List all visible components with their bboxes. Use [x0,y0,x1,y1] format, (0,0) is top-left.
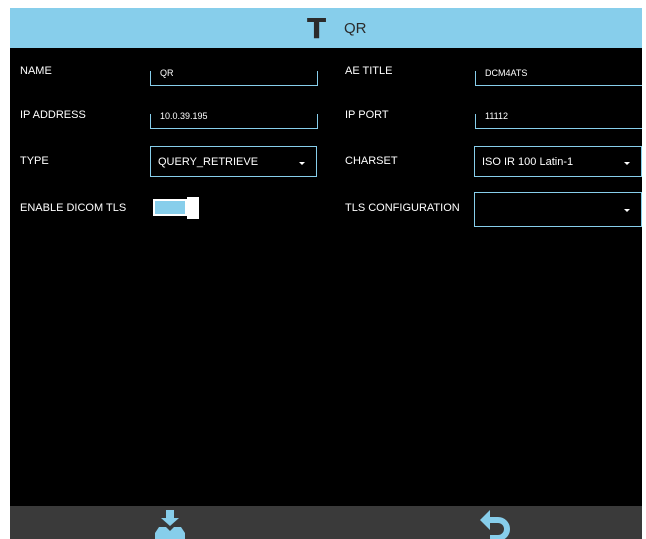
name-field[interactable]: QR [150,68,318,86]
header-title: QR [344,20,367,37]
toggle-track [153,199,187,216]
toggle-knob[interactable] [187,197,199,219]
undo-button[interactable] [478,510,512,539]
charset-label: CHARSET [345,155,398,167]
ae-title-label: AE TITLE [345,65,393,77]
charset-dropdown[interactable]: ISO IR 100 Latin-1 [474,146,642,177]
type-dropdown[interactable]: QUERY_RETRIEVE [150,146,317,177]
enable-dicom-tls-label: ENABLE DICOM TLS [20,202,127,214]
name-value: QR [160,68,174,78]
enable-dicom-tls-toggle[interactable] [153,197,201,219]
tls-configuration-dropdown[interactable] [474,192,642,227]
ip-port-value: 11112 [485,111,509,121]
ip-port-field[interactable]: 11112 [475,111,642,129]
undo-arrow-icon [480,510,510,539]
ip-address-value: 10.0.39.195 [160,111,208,121]
chevron-down-icon [299,162,305,165]
header-bar: T QR [10,8,642,48]
save-download-icon [155,510,185,539]
tls-configuration-label: TLS CONFIGURATION [345,202,460,214]
ae-title-field[interactable]: DCM4ATS [475,68,642,86]
name-label: NAME [20,65,52,77]
dialog-frame: T QR NAME QR AE TITLE DCM4ATS IP ADDRESS… [10,8,642,539]
charset-value: ISO IR 100 Latin-1 [482,156,574,168]
type-label: TYPE [20,155,49,167]
chevron-down-icon [624,162,630,165]
text-t-icon: T [307,12,327,45]
save-button[interactable] [155,510,185,539]
chevron-down-icon [624,209,630,212]
ip-address-label: IP ADDRESS [20,109,86,121]
ae-title-value: DCM4ATS [485,68,528,78]
type-value: QUERY_RETRIEVE [158,156,259,168]
ip-address-field[interactable]: 10.0.39.195 [150,111,318,129]
ip-port-label: IP PORT [345,109,389,121]
footer-bar [10,506,642,539]
